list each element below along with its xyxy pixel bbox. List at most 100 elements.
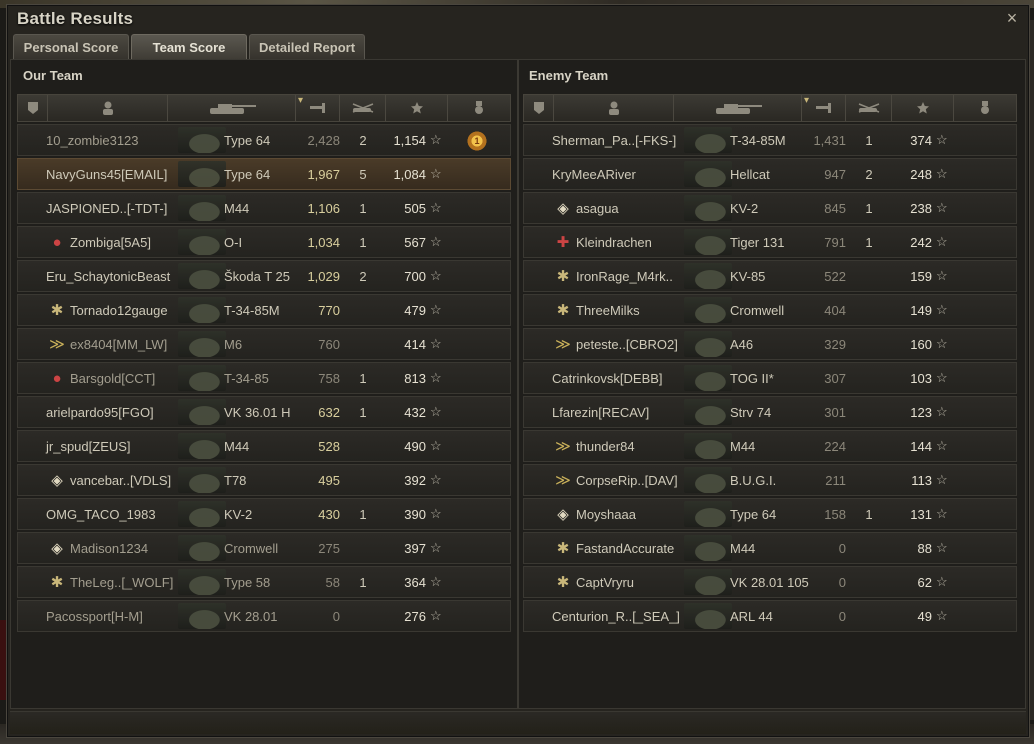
score-value: 123: [910, 405, 932, 420]
xp-value: 1,029: [307, 269, 340, 284]
tank-image: [684, 433, 732, 459]
clan-badge-icon: ◈: [557, 200, 569, 217]
vehicle-column-header[interactable]: [168, 95, 296, 121]
table-row[interactable]: ● Zombiga[5A5] O-I 1,034 1 567 ☆: [17, 226, 511, 258]
vehicle-name: Cromwell: [730, 303, 785, 318]
score-value: 390: [404, 507, 426, 522]
star-icon: ☆: [430, 540, 442, 555]
kills-column-header[interactable]: [340, 95, 386, 121]
table-row[interactable]: Centurion_R..[_SEA_] ARL 44 0 49 ☆: [523, 600, 1017, 632]
tab-personal-score[interactable]: Personal Score: [13, 34, 129, 59]
vehicle-name: Tiger 131: [730, 235, 785, 250]
score-value: 1,154: [393, 133, 426, 148]
medal-column-header[interactable]: [954, 95, 1016, 121]
table-row[interactable]: Lfarezin[RECAV] Strv 74 301 123 ☆: [523, 396, 1017, 428]
xp-value: 1,034: [307, 235, 340, 250]
table-row[interactable]: ● Barsgold[CCT] T-34-85 758 1 813 ☆: [17, 362, 511, 394]
player-icon: [608, 101, 619, 115]
top-gun-medal-icon[interactable]: 1: [466, 130, 488, 152]
xp-value: 1,431: [813, 133, 846, 148]
table-row[interactable]: ✱ TheLeg..[_WOLF] Type 58 58 1 364 ☆: [17, 566, 511, 598]
tank-image: [684, 365, 732, 391]
table-row[interactable]: ✱ CaptVryru VK 28.01 105 0 62 ☆: [523, 566, 1017, 598]
vehicle-name: T78: [224, 473, 247, 488]
vehicle-column-header[interactable]: [674, 95, 802, 121]
table-row[interactable]: ✱ Tornado12gauge T-34-85M 770 479 ☆: [17, 294, 511, 326]
kills-column-header[interactable]: [846, 95, 892, 121]
table-row[interactable]: ✚ Kleindrachen Tiger 131 791 1 242 ☆: [523, 226, 1017, 258]
tank-image: [178, 195, 226, 221]
close-icon[interactable]: ×: [1003, 9, 1021, 27]
xp-value: 275: [318, 541, 340, 556]
table-row[interactable]: jr_spud[ZEUS] M44 528 490 ☆: [17, 430, 511, 462]
squad-column-header[interactable]: [524, 95, 554, 121]
kills-value: 1: [359, 235, 367, 250]
tab-detailed-report[interactable]: Detailed Report: [249, 34, 365, 59]
table-row[interactable]: ◈ Madison1234 Cromwell 275 397 ☆: [17, 532, 511, 564]
clan-badge-icon: ✱: [556, 302, 570, 319]
star-icon: ☆: [936, 472, 948, 487]
table-row[interactable]: KryMeeARiver Hellcat 947 2 248 ☆: [523, 158, 1017, 190]
vehicle-name: B.U.G.I.: [730, 473, 777, 488]
xp-value: 224: [824, 439, 846, 454]
score-column-header[interactable]: [386, 95, 448, 121]
kills-value: 1: [865, 133, 873, 148]
table-row[interactable]: ✱ ThreeMilks Cromwell 404 149 ☆: [523, 294, 1017, 326]
xp-value: 404: [824, 303, 846, 318]
xp-value: 522: [824, 269, 846, 284]
xp-value: 1,106: [307, 201, 340, 216]
table-row[interactable]: OMG_TACO_1983 KV-2 430 1 390 ☆: [17, 498, 511, 530]
vehicle-name: A46: [730, 337, 754, 352]
tank-image: [178, 603, 226, 629]
clan-badge-icon: ✱: [556, 540, 570, 557]
table-row[interactable]: Catrinkovsk[DEBB] TOG II* 307 103 ☆: [523, 362, 1017, 394]
player-name: Barsgold[CCT]: [70, 371, 156, 386]
clan-badge-icon: ≫: [49, 336, 65, 353]
score-value: 392: [404, 473, 426, 488]
score-value: 49: [917, 609, 932, 624]
player-column-header[interactable]: [48, 95, 168, 121]
squad-column-header[interactable]: [18, 95, 48, 121]
tank-image: [684, 399, 732, 425]
score-value: 374: [910, 133, 932, 148]
table-row[interactable]: ◈ asagua KV-2 845 1 238 ☆: [523, 192, 1017, 224]
star-icon: ☆: [936, 438, 948, 453]
xp-column-header[interactable]: ▾: [802, 95, 846, 121]
medal-column-header[interactable]: [448, 95, 510, 121]
player-name: Sherman_Pa..[-FKS-]: [552, 133, 677, 148]
table-row[interactable]: JASPIONED..[-TDT-] M44 1,106 1 505 ☆: [17, 192, 511, 224]
tank-image: [178, 399, 226, 425]
table-row[interactable]: Sherman_Pa..[-FKS-] T-34-85M 1,431 1 374…: [523, 124, 1017, 156]
score-column-header[interactable]: [892, 95, 954, 121]
tab-team-score[interactable]: Team Score: [131, 34, 247, 59]
star-icon: ☆: [936, 574, 948, 589]
score-value: 62: [917, 575, 932, 590]
star-icon: [410, 102, 423, 114]
tank-image: [684, 467, 732, 493]
star-icon: ☆: [430, 132, 442, 147]
table-row[interactable]: arielpardo95[FGO] VK 36.01 H 632 1 432 ☆: [17, 396, 511, 428]
table-row[interactable]: ≫ thunder84 M44 224 144 ☆: [523, 430, 1017, 462]
xp-column-header[interactable]: ▾: [296, 95, 340, 121]
tank-image: [684, 535, 732, 561]
table-row[interactable]: Pacossport[H-M] VK 28.01 0 276 ☆: [17, 600, 511, 632]
clan-badge-icon: ✱: [556, 574, 570, 591]
table-row[interactable]: ≫ CorpseRip..[DAV] B.U.G.I. 211 113 ☆: [523, 464, 1017, 496]
tank-image: [178, 331, 226, 357]
table-row[interactable]: ✱ FastandAccurate M44 0 88 ☆: [523, 532, 1017, 564]
star-icon: ☆: [936, 608, 948, 623]
table-row-self[interactable]: NavyGuns45[EMAIL] Type 64 1,967 5 1,084 …: [17, 158, 511, 190]
table-row[interactable]: ◈ Moyshaaa Type 64 158 1 131 ☆: [523, 498, 1017, 530]
tank-image: [684, 569, 732, 595]
table-row[interactable]: ◈ vancebar..[VDLS] T78 495 392 ☆: [17, 464, 511, 496]
player-name: Kleindrachen: [576, 235, 652, 250]
tank-image: [178, 569, 226, 595]
table-row[interactable]: ≫ peteste..[CBRO2] A46 329 160 ☆: [523, 328, 1017, 360]
tank-image: [178, 127, 226, 153]
player-column-header[interactable]: [554, 95, 674, 121]
table-row[interactable]: 10_zombie3123 Type 64 2,428 2 1,154 ☆ 1: [17, 124, 511, 156]
table-row[interactable]: ≫ ex8404[MM_LW] M6 760 414 ☆: [17, 328, 511, 360]
table-row[interactable]: Eru_SchaytonicBeast Škoda T 25 1,029 2 7…: [17, 260, 511, 292]
xp-value: 0: [838, 609, 846, 624]
table-row[interactable]: ✱ IronRage_M4rk.. KV-85 522 159 ☆: [523, 260, 1017, 292]
